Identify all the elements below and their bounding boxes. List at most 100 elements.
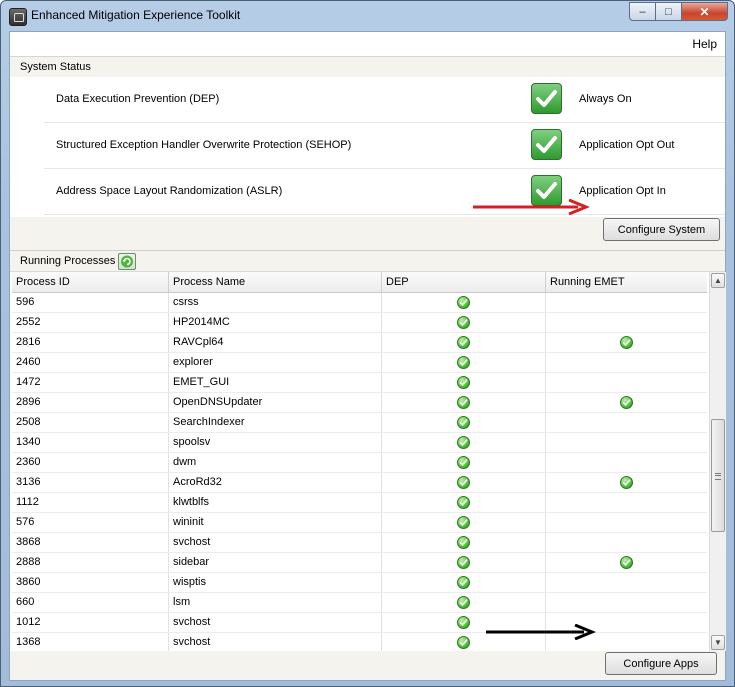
table-row[interactable]: 2888 sidebar [12,553,707,573]
dep-enabled-icon [457,516,470,529]
column-running-emet[interactable]: Running EMET [546,272,707,292]
cell-running-emet [546,593,707,612]
cell-process-name: EMET_GUI [169,373,382,392]
emet-window: Enhanced Mitigation Experience Toolkit ‒… [0,0,735,687]
minimize-button[interactable]: ‒ [629,2,656,21]
dep-enabled-icon [457,436,470,449]
cell-running-emet [546,413,707,432]
cell-running-emet [546,313,707,332]
cell-process-id: 1368 [12,633,169,651]
status-value: Always On [579,93,632,105]
dep-enabled-icon [457,396,470,409]
table-row[interactable]: 596 csrss [12,293,707,313]
scroll-down-button[interactable]: ▼ [711,635,725,650]
scroll-thumb[interactable] [711,419,725,532]
table-row[interactable]: 3136 AcroRd32 [12,473,707,493]
cell-process-id: 2552 [12,313,169,332]
cell-running-emet [546,513,707,532]
red-arrow-annotation [473,199,590,215]
status-value: Application Opt In [579,185,666,197]
table-row[interactable]: 660 lsm [12,593,707,613]
cell-process-name: explorer [169,353,382,372]
cell-running-emet [546,373,707,392]
cell-running-emet [546,493,707,512]
table-row[interactable]: 3868 svchost [12,533,707,553]
refresh-icon[interactable] [118,253,136,270]
emet-running-icon [620,396,633,409]
table-row[interactable]: 1012 svchost [12,613,707,633]
table-row[interactable]: 2552 HP2014MC [12,313,707,333]
column-process-name[interactable]: Process Name [169,272,382,292]
table-header: Process ID Process Name DEP Running EMET [12,272,707,293]
cell-process-id: 3860 [12,573,169,592]
table-row[interactable]: 2508 SearchIndexer [12,413,707,433]
dep-enabled-icon [457,636,470,649]
table-row[interactable]: 2460 explorer [12,353,707,373]
cell-process-id: 3136 [12,473,169,492]
cell-running-emet [546,533,707,552]
running-processes-header: Running Processes [10,251,725,272]
status-value: Application Opt Out [579,139,675,151]
emet-running-icon [620,336,633,349]
close-button[interactable]: ✕ [682,2,728,21]
status-name: Structured Exception Handler Overwrite P… [56,139,352,151]
process-table: Process ID Process Name DEP Running EMET… [12,272,707,651]
cell-process-id: 1340 [12,433,169,452]
cell-process-id: 2896 [12,393,169,412]
table-row[interactable]: 2360 dwm [12,453,707,473]
cell-process-name: csrss [169,293,382,312]
column-process-id[interactable]: Process ID [12,272,169,292]
system-footer: Configure System [10,217,725,251]
system-status-header: System Status [10,57,725,78]
maximize-button[interactable]: □ [656,2,682,21]
apps-footer: Configure Apps [10,651,725,680]
table-row[interactable]: 576 wininit [12,513,707,533]
cell-process-name: lsm [169,593,382,612]
cell-process-id: 2360 [12,453,169,472]
table-row[interactable]: 1472 EMET_GUI [12,373,707,393]
title-bar[interactable]: Enhanced Mitigation Experience Toolkit ‒… [1,1,734,31]
dep-enabled-icon [457,316,470,329]
configure-system-button[interactable]: Configure System [603,218,720,241]
cell-process-id: 576 [12,513,169,532]
status-name: Address Space Layout Randomization (ASLR… [56,185,283,197]
table-row[interactable]: 1112 klwtblfs [12,493,707,513]
vertical-scrollbar[interactable]: ▲ ▼ [709,272,726,651]
column-dep[interactable]: DEP [382,272,546,292]
cell-process-name: RAVCpl64 [169,333,382,352]
cell-process-id: 2460 [12,353,169,372]
cell-process-id: 596 [12,293,169,312]
cell-process-id: 2888 [12,553,169,572]
cell-running-emet [546,433,707,452]
cell-process-name: wininit [169,513,382,532]
scroll-up-button[interactable]: ▲ [711,273,725,288]
table-row[interactable]: 2896 OpenDNSUpdater [12,393,707,413]
table-row[interactable]: 3860 wisptis [12,573,707,593]
system-status-title: System Status [20,61,91,73]
help-menu[interactable]: Help [692,37,717,51]
menu-bar: Help [10,32,725,57]
table-row[interactable]: 1340 spoolsv [12,433,707,453]
dep-enabled-icon [457,416,470,429]
dep-enabled-icon [457,476,470,489]
check-icon [531,129,562,160]
dep-enabled-icon [457,376,470,389]
dep-enabled-icon [457,616,470,629]
client-area: Help System Status Data Execution Preven… [9,31,726,681]
table-row[interactable]: 2816 RAVCpl64 [12,333,707,353]
window-title: Enhanced Mitigation Experience Toolkit [31,8,241,22]
cell-running-emet [546,293,707,312]
table-row[interactable]: 1368 svchost [12,633,707,651]
cell-process-name: dwm [169,453,382,472]
cell-process-name: spoolsv [169,433,382,452]
dep-enabled-icon [457,456,470,469]
cell-process-name: svchost [169,633,382,651]
cell-process-name: sidebar [169,553,382,572]
dep-enabled-icon [457,356,470,369]
configure-apps-button[interactable]: Configure Apps [605,652,717,675]
cell-process-name: OpenDNSUpdater [169,393,382,412]
status-row-sehop: Structured Exception Handler Overwrite P… [44,123,725,169]
emet-running-icon [620,476,633,489]
cell-process-name: svchost [169,613,382,632]
cell-running-emet [546,353,707,372]
